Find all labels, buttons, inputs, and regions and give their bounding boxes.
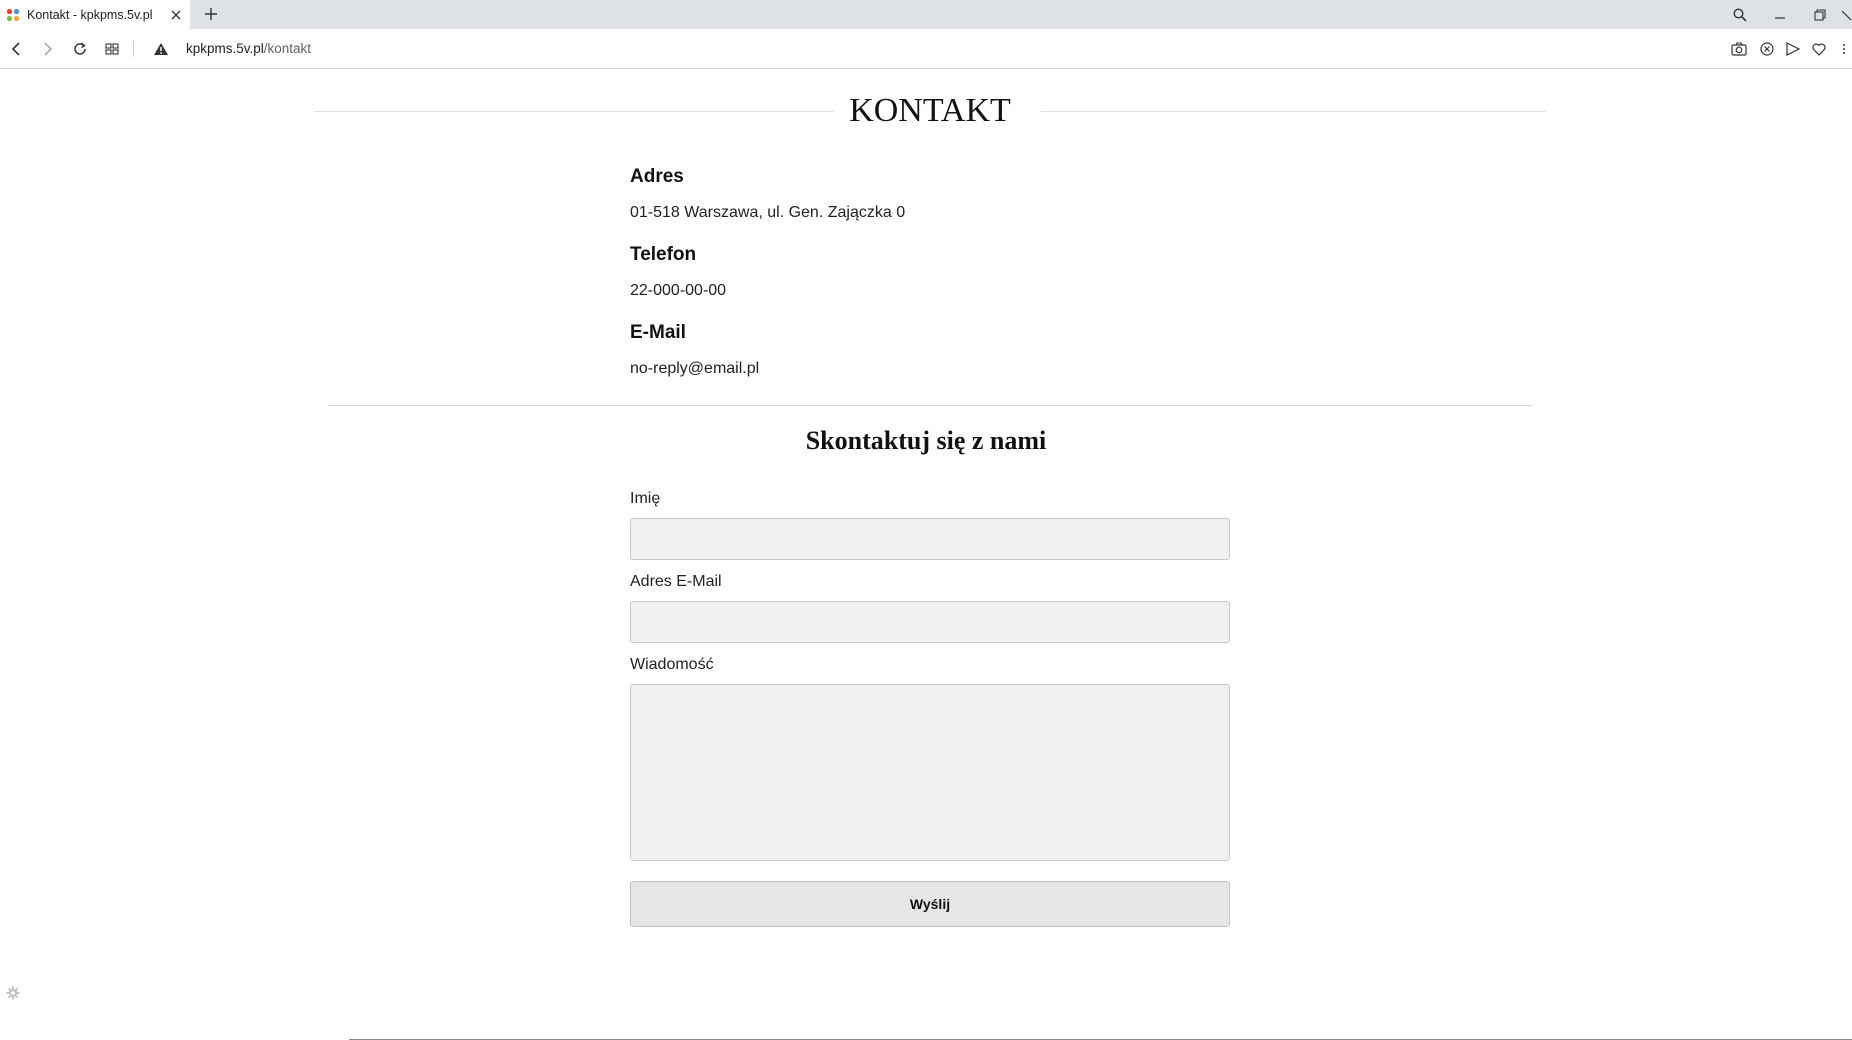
speed-dial-grid-icon[interactable]: [101, 38, 123, 60]
minimize-window-icon[interactable]: [1760, 0, 1800, 29]
page-title-text: KONTAKT: [835, 92, 1025, 129]
email-heading: E-Mail: [630, 322, 686, 343]
address-bar-url[interactable]: kpkpms.5v.pl/kontakt: [186, 41, 311, 56]
browser-tab-bar: Kontakt - kpkpms.5v.pl: [0, 0, 1852, 29]
menu-more-icon[interactable]: [1838, 38, 1850, 60]
not-secure-warning-icon[interactable]: [150, 38, 172, 60]
email-label: Adres E-Mail: [630, 573, 722, 590]
url-path: /kontakt: [263, 41, 312, 56]
message-textarea[interactable]: [630, 684, 1230, 861]
email-value: no-reply@email.pl: [630, 360, 760, 377]
reload-icon[interactable]: [69, 38, 91, 60]
window-controls: [1720, 0, 1852, 29]
send-button[interactable]: Wyślij: [630, 881, 1230, 927]
email-block: E-Mail no-reply@email.pl: [630, 322, 1230, 400]
address-value: 01-518 Warszawa, ul. Gen. Zajączka 0: [630, 204, 906, 221]
address-block: Adres 01-518 Warszawa, ul. Gen. Zajączka…: [630, 166, 1230, 244]
browser-tab-active[interactable]: Kontakt - kpkpms.5v.pl: [0, 0, 190, 29]
page-title: KONTAKT: [314, 92, 1546, 130]
tab-title: Kontakt - kpkpms.5v.pl: [27, 7, 153, 22]
toolbar-separator: [133, 41, 134, 57]
contact-form: Imię Adres E-Mail Wiadomość Wyślij: [630, 490, 1230, 927]
message-label: Wiadomość: [630, 656, 714, 673]
email-input[interactable]: [630, 601, 1230, 643]
name-label: Imię: [630, 490, 661, 507]
page-content: KONTAKT Adres 01-518 Warszawa, ul. Gen. …: [0, 70, 1852, 1040]
search-tabs-icon[interactable]: [1720, 0, 1760, 29]
joomla-favicon-icon: [5, 7, 21, 23]
ad-block-icon[interactable]: [1756, 38, 1778, 60]
send-flow-icon[interactable]: [1782, 38, 1804, 60]
contact-form-title: Skontaktuj się z nami: [805, 426, 1047, 455]
close-tab-icon[interactable]: [166, 5, 186, 25]
section-divider: [328, 405, 1532, 406]
phone-block: Telefon 22-000-00-00: [630, 244, 1230, 322]
close-window-icon[interactable]: [1840, 0, 1852, 29]
heart-favorites-icon[interactable]: [1808, 38, 1830, 60]
page-title-row: KONTAKT: [314, 80, 1546, 140]
url-domain: kpkpms.5v.pl: [186, 41, 264, 56]
contact-info: Adres 01-518 Warszawa, ul. Gen. Zajączka…: [630, 166, 1230, 400]
restore-window-icon[interactable]: [1800, 0, 1840, 29]
phone-heading: Telefon: [630, 244, 697, 265]
camera-snapshot-icon[interactable]: [1728, 38, 1750, 60]
browser-toolbar: kpkpms.5v.pl/kontakt: [0, 29, 1852, 69]
forward-arrow-icon[interactable]: [37, 38, 59, 60]
gear-settings-icon[interactable]: [4, 984, 22, 1002]
back-arrow-icon[interactable]: [5, 38, 27, 60]
new-tab-plus-icon[interactable]: [200, 3, 222, 25]
address-heading: Adres: [630, 166, 684, 187]
phone-value: 22-000-00-00: [630, 282, 727, 299]
name-input[interactable]: [630, 518, 1230, 560]
